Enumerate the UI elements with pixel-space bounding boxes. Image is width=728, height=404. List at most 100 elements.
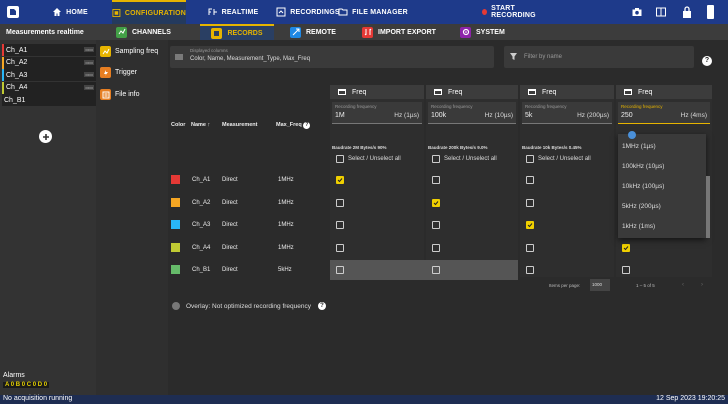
table-row[interactable] — [168, 237, 713, 259]
displayed-columns-field[interactable]: Displayed columns Color, Name, Measureme… — [170, 46, 494, 68]
freq-column-header[interactable]: Freq — [520, 85, 614, 99]
frequency-option[interactable]: 5kHz (200µs) — [622, 203, 661, 210]
recording-frequency-select[interactable]: Recording frequency 100k Hz (10µs) — [428, 102, 516, 124]
overlay-indicator-icon — [172, 302, 180, 310]
col-header-color[interactable]: Color — [171, 122, 185, 128]
nav-file-manager[interactable]: FILE MANAGER — [338, 0, 408, 24]
trigger-icon — [100, 67, 111, 78]
app-logo-icon[interactable] — [7, 6, 19, 18]
channel-list-item[interactable]: Ch_A3 ▭▭ — [2, 69, 96, 81]
overlay-help-icon[interactable]: ? — [318, 302, 326, 310]
channel-list-item[interactable]: Ch_A1 ▭▭ — [2, 44, 96, 56]
remote-icon — [290, 26, 301, 38]
recording-frequency-select[interactable]: Recording frequency 250 Hz (4ms) — [618, 102, 710, 124]
baudrate-info: Baudrate 2M Bytes/s 90% — [332, 145, 387, 150]
menu-trigger[interactable]: Trigger — [100, 67, 137, 78]
alarms-label: Alarms — [3, 372, 25, 379]
recording-frequency-unit: Hz (4ms) — [680, 112, 707, 119]
tab-system[interactable]: SYSTEM — [460, 24, 505, 40]
tab-import-export[interactable]: IMPORT EXPORT — [362, 24, 436, 40]
max-freq-help-icon[interactable]: ? — [303, 122, 311, 129]
table-row[interactable] — [168, 259, 713, 281]
displayed-columns-value: Color, Name, Measurement_Type, Max_Freq — [190, 56, 311, 62]
col-header-measurement[interactable]: Measurement — [222, 122, 257, 128]
tab-records[interactable]: RECORDS — [200, 24, 274, 40]
freq-column-header[interactable]: Freq — [426, 85, 518, 99]
prev-page-button[interactable]: ‹ — [682, 282, 684, 288]
channel-list-name: Ch_A3 — [6, 71, 28, 79]
add-channel-button[interactable] — [39, 130, 52, 143]
channel-mini-icon: ▭▭ — [84, 59, 94, 65]
recording-frequency-label: Recording frequency — [335, 104, 377, 109]
camera-icon[interactable] — [632, 7, 642, 17]
plus-icon — [42, 133, 49, 140]
import-export-icon — [362, 26, 373, 38]
help-icon[interactable]: ? — [702, 56, 712, 66]
select-all-label: Select / Unselect all — [538, 156, 591, 162]
select-all-checkbox[interactable] — [432, 155, 440, 163]
freq-header-icon — [624, 89, 632, 95]
channel-mini-icon: ▭▭ — [84, 47, 94, 52]
nav-recordings[interactable]: RECORDINGS — [270, 0, 346, 24]
realtime-icon — [208, 8, 217, 15]
channel-list-item[interactable]: Ch_A2 ▭▭ — [2, 56, 96, 69]
select-all-checkbox[interactable] — [526, 155, 534, 163]
recording-frequency-unit: Hz (1µs) — [394, 112, 419, 119]
measurements-realtime-header: Measurements realtime — [6, 24, 96, 40]
dropdown-scrollbar[interactable] — [706, 176, 710, 238]
frequency-option[interactable]: 1kHz (1ms) — [622, 223, 655, 230]
select-all-toggle[interactable]: Select / Unselect all — [526, 155, 591, 163]
next-page-button[interactable]: › — [701, 282, 703, 288]
lock-icon[interactable] — [682, 6, 692, 18]
status-bar: No acquisition running 12 Sep 2023 19:20… — [0, 395, 728, 404]
frequency-option[interactable]: 1MHz (1µs) — [622, 143, 656, 150]
displayed-columns-label: Displayed columns — [190, 48, 228, 53]
channel-list-name: Ch_A1 — [6, 46, 28, 54]
nav-home-label: HOME — [66, 8, 88, 16]
nav-configuration[interactable]: CONFIGURATION — [112, 0, 186, 24]
baudrate-info: Baudrate 200k Bytes/s 9.0% — [428, 145, 488, 150]
freq-header-label: Freq — [542, 88, 557, 96]
dropdown-slider-handle[interactable] — [628, 131, 636, 139]
frequency-option[interactable]: 10kHz (100µs) — [622, 183, 664, 190]
channel-list-name: Ch_A4 — [6, 84, 28, 91]
freq-header-label: Freq — [448, 88, 463, 96]
tab-remote[interactable]: REMOTE — [290, 24, 336, 40]
nav-realtime[interactable]: REALTIME — [200, 0, 266, 24]
menu-sampling-freq[interactable]: Sampling freq — [100, 46, 158, 57]
recording-frequency-select[interactable]: Recording frequency 5k Hz (200µs) — [522, 102, 612, 124]
tab-remote-label: REMOTE — [306, 28, 336, 36]
items-per-page-label: Items per page: — [549, 283, 581, 288]
filter-icon — [510, 53, 517, 60]
channel-list-item[interactable]: Ch_B1 — [2, 94, 96, 106]
nav-home[interactable]: HOME — [40, 0, 100, 24]
start-recording-button[interactable]: START RECORDING — [482, 0, 552, 24]
filter-by-name-field[interactable]: Filter by name — [504, 46, 694, 68]
select-all-toggle[interactable]: Select / Unselect all — [336, 155, 401, 163]
freq-column-header[interactable]: Freq — [330, 85, 424, 99]
freq-header-icon — [338, 89, 346, 95]
col-header-max-freq[interactable]: Max_Freq ? — [276, 122, 311, 129]
channel-list-item[interactable]: Ch_A4 ▭▭ — [2, 81, 96, 94]
recording-frequency-select[interactable]: Recording frequency 1M Hz (1µs) — [332, 102, 422, 124]
frequency-option[interactable]: 100kHz (10µs) — [622, 163, 664, 170]
select-all-toggle[interactable]: Select / Unselect all — [432, 155, 497, 163]
recordings-icon — [276, 7, 286, 17]
channels-icon — [116, 26, 127, 38]
nav-realtime-label: REALTIME — [221, 8, 259, 16]
channel-mini-icon: ▭▭ — [84, 72, 94, 77]
col-header-name-label: Name — [191, 122, 206, 128]
items-per-page-select[interactable]: 1000 — [590, 279, 610, 291]
book-icon[interactable] — [656, 7, 666, 17]
col-header-name[interactable]: Name ↑ — [191, 122, 210, 128]
recording-frequency-label: Recording frequency — [431, 104, 473, 109]
select-all-checkbox[interactable] — [336, 155, 344, 163]
menu-file-info[interactable]: File info — [100, 89, 140, 100]
freq-column-header[interactable]: Freq — [616, 85, 712, 99]
tab-channels[interactable]: CHANNELS — [116, 24, 171, 40]
configuration-icon — [112, 9, 121, 17]
baudrate-info: Baudrate 10k Bytes/s 0.45% — [522, 145, 582, 150]
file-info-icon — [100, 89, 111, 100]
recording-frequency-unit: Hz (10µs) — [484, 112, 513, 119]
filter-placeholder: Filter by name — [524, 54, 563, 60]
